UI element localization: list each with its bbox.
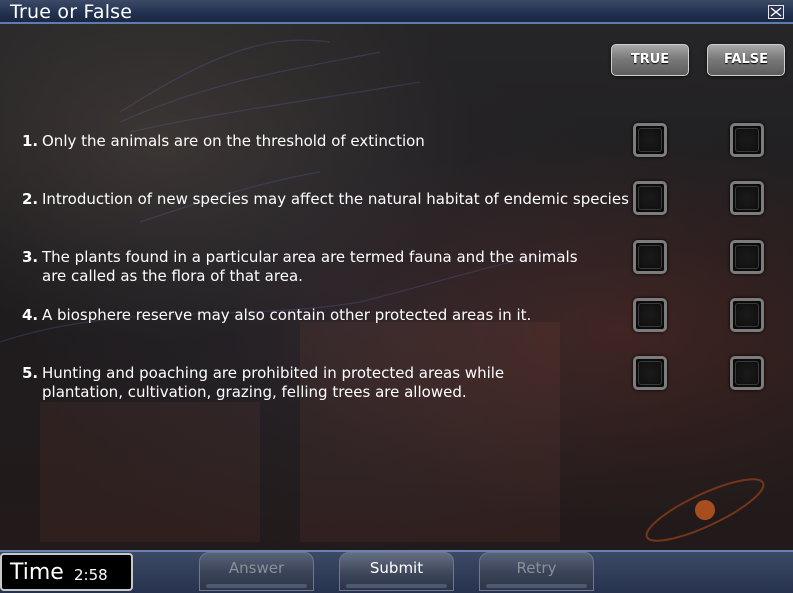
question-text: Hunting and poaching are prohibited in p… xyxy=(42,364,505,401)
close-box-icon[interactable] xyxy=(768,5,784,19)
question-number: 1. xyxy=(22,132,39,150)
q5-true-checkbox[interactable] xyxy=(633,356,667,390)
title-bar: True or False xyxy=(0,0,793,24)
q2-false-checkbox[interactable] xyxy=(730,181,764,215)
false-column-header: FALSE xyxy=(707,44,785,76)
q1-false-checkbox[interactable] xyxy=(730,123,764,157)
q3-false-checkbox[interactable] xyxy=(730,240,764,274)
q5-false-checkbox[interactable] xyxy=(730,356,764,390)
q1-true-checkbox[interactable] xyxy=(633,123,667,157)
question-number: 3. xyxy=(22,248,39,266)
question-text: The plants found in a particular area ar… xyxy=(42,248,578,285)
retry-button[interactable]: Retry xyxy=(479,552,594,591)
question-text: A biosphere reserve may also contain oth… xyxy=(42,306,532,324)
q4-false-checkbox[interactable] xyxy=(730,298,764,332)
true-column-header: TRUE xyxy=(611,44,689,76)
question-text: Introduction of new species may affect t… xyxy=(42,190,629,208)
question-number: 5. xyxy=(22,364,39,382)
timer-display: Time 2:58 xyxy=(0,553,133,591)
window-title: True or False xyxy=(10,1,133,23)
q3-true-checkbox[interactable] xyxy=(633,240,667,274)
question-number: 4. xyxy=(22,306,39,324)
timer-label: Time xyxy=(10,560,64,585)
question-text: Only the animals are on the threshold of… xyxy=(42,132,425,150)
question-number: 2. xyxy=(22,190,39,208)
timer-value: 2:58 xyxy=(74,566,108,584)
q2-true-checkbox[interactable] xyxy=(633,181,667,215)
background-image xyxy=(0,22,793,550)
submit-button[interactable]: Submit xyxy=(339,552,454,591)
q4-true-checkbox[interactable] xyxy=(633,298,667,332)
answer-button[interactable]: Answer xyxy=(199,552,314,591)
